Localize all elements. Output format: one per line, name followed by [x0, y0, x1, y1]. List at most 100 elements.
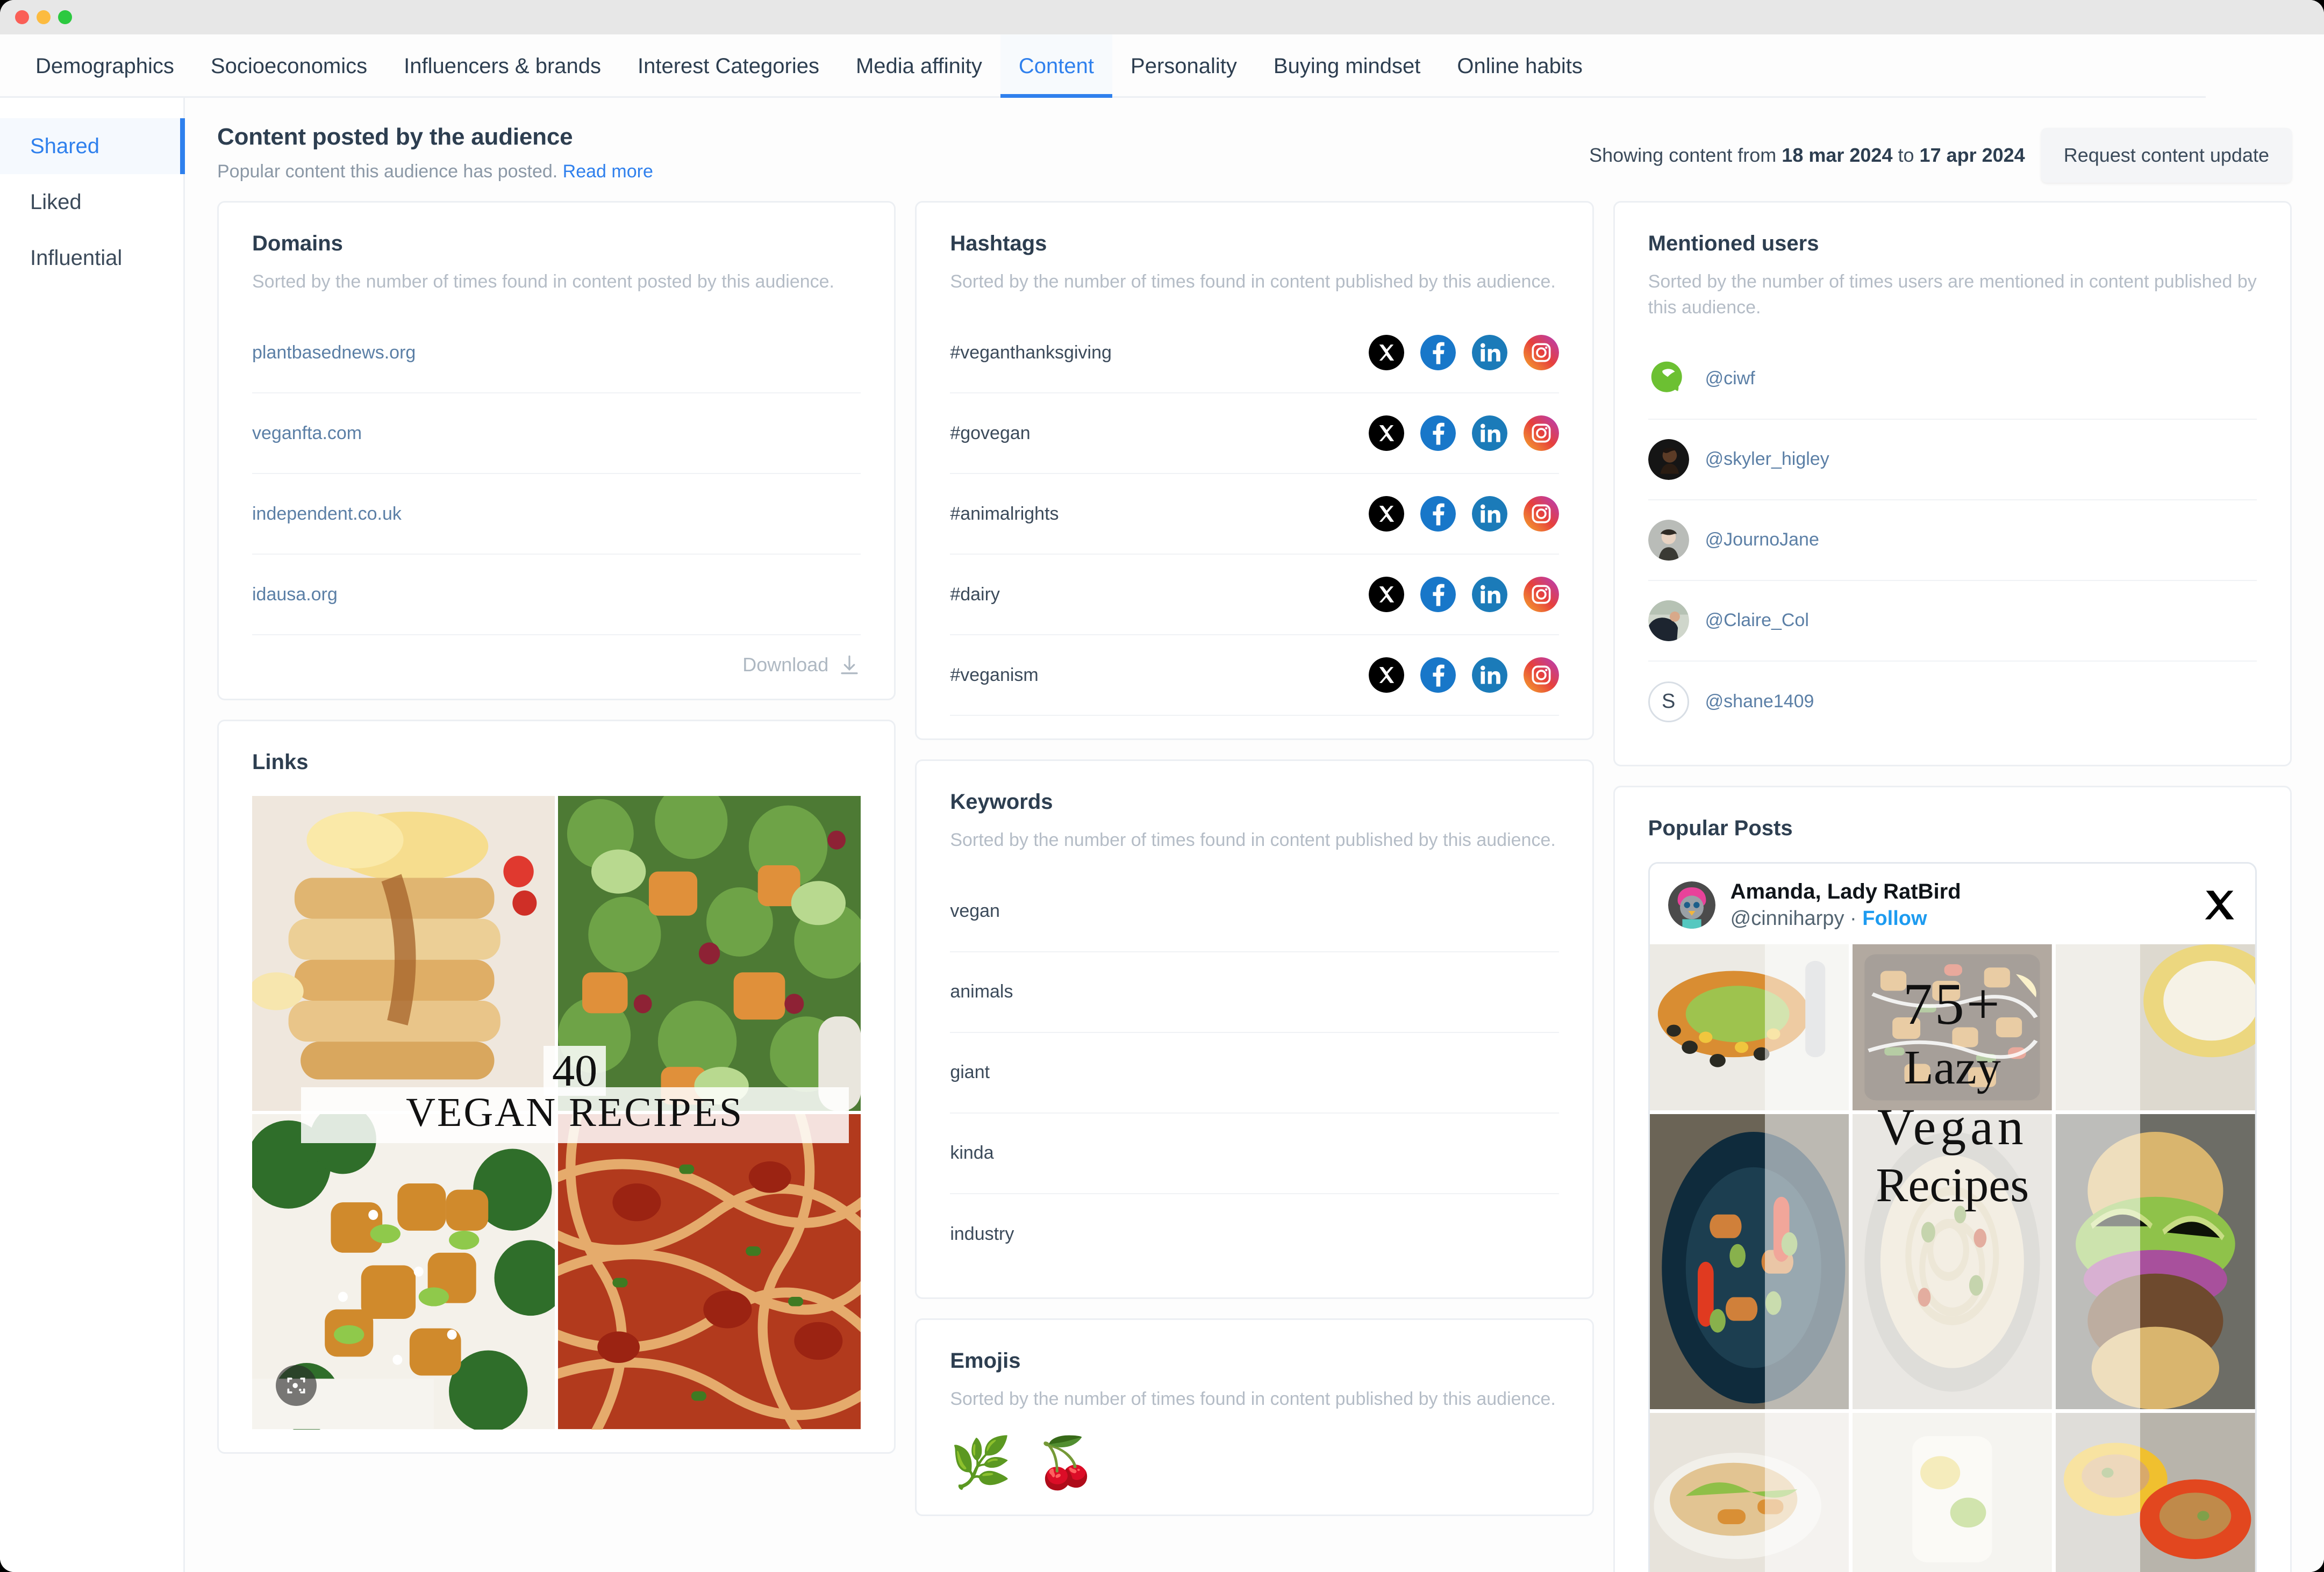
facebook-icon[interactable] — [1420, 657, 1456, 693]
request-content-update-button[interactable]: Request content update — [2041, 128, 2292, 183]
follow-button[interactable]: Follow — [1862, 907, 1927, 930]
card-title-links: Links — [252, 750, 309, 774]
x-icon[interactable] — [1368, 415, 1404, 451]
date-range-label: Showing content from 18 mar 2024 to 17 a… — [1589, 144, 2025, 167]
list-item[interactable]: @JournoJane — [1648, 500, 2257, 581]
card-title-keywords: Keywords — [950, 790, 1053, 814]
tab-demographics[interactable]: Demographics — [17, 34, 192, 98]
tab-socioeconomics[interactable]: Socioeconomics — [192, 34, 385, 98]
collage-tile-spaghetti — [558, 1114, 861, 1430]
content-area: Content posted by the audience Popular c… — [185, 98, 2324, 1572]
user-photo-image — [1648, 439, 1689, 480]
x-icon[interactable] — [2203, 888, 2237, 922]
tab-media-affinity[interactable]: Media affinity — [838, 34, 1000, 98]
tab-personality[interactable]: Personality — [1112, 34, 1255, 98]
card-title-popular-posts: Popular Posts — [1648, 816, 1793, 840]
linkedin-icon[interactable] — [1471, 415, 1507, 451]
tab-label: Online habits — [1457, 54, 1583, 78]
handle-text: @cinniharpy — [1730, 907, 1844, 930]
social-links — [1368, 577, 1559, 613]
sidebar-item-shared[interactable]: Shared — [0, 118, 185, 174]
sidebar-item-influential[interactable]: Influential — [0, 230, 183, 286]
tab-label: Demographics — [35, 54, 174, 78]
card-desc-hashtags: Sorted by the number of times found in c… — [950, 271, 1556, 292]
list-item: industry — [950, 1194, 1558, 1275]
list-item: animals — [950, 952, 1559, 1033]
close-window-button[interactable] — [15, 10, 29, 24]
facebook-icon[interactable] — [1420, 577, 1456, 613]
tab-interest-categories[interactable]: Interest Categories — [619, 34, 838, 98]
showing-prefix: Showing content from — [1589, 144, 1777, 166]
mentioned-user-handle[interactable]: @skyler_higley — [1705, 449, 1829, 470]
grid-column-2: Hashtags Sorted by the number of times f… — [915, 201, 1594, 1516]
table-row: #veganism — [950, 635, 1559, 716]
list-item[interactable]: idausa.org — [252, 555, 861, 636]
overlay-number: 40 — [301, 1046, 849, 1096]
sidebar-item-liked[interactable]: Liked — [0, 174, 183, 230]
tab-online-habits[interactable]: Online habits — [1439, 34, 1600, 98]
x-icon[interactable] — [1368, 577, 1404, 613]
avatar-initial: S — [1648, 681, 1689, 722]
page-body: Shared Liked Influential Content posted … — [0, 98, 2324, 1572]
table-row: #animalrights — [950, 474, 1559, 555]
social-links — [1368, 415, 1559, 451]
instagram-icon[interactable] — [1523, 577, 1559, 613]
domain-link[interactable]: plantbasednews.org — [252, 342, 416, 363]
list-item[interactable]: S @shane1409 — [1648, 662, 2257, 742]
facebook-icon[interactable] — [1420, 496, 1456, 532]
tab-label: Interest Categories — [638, 54, 819, 78]
linkedin-icon[interactable] — [1471, 577, 1507, 613]
instagram-icon[interactable] — [1523, 335, 1559, 371]
download-domains-button[interactable]: Download — [252, 654, 861, 676]
list-item[interactable]: @skyler_higley — [1648, 420, 2257, 500]
user-photo-image — [1648, 600, 1689, 641]
list-item[interactable]: independent.co.uk — [252, 474, 861, 555]
post-media[interactable]: 75+ Lazy Vegan Recipes — [1649, 944, 2255, 1572]
post-author-name: Amanda, Lady RatBird — [1730, 879, 1961, 903]
mentioned-users-list: @ciwf @skyler_higley @JournoJane @Claire… — [1648, 339, 2257, 742]
card-title-hashtags: Hashtags — [950, 232, 1047, 255]
domain-link[interactable]: veganfta.com — [252, 423, 362, 444]
x-icon[interactable] — [1368, 335, 1404, 371]
minimize-window-button[interactable] — [37, 10, 51, 24]
mentioned-user-handle[interactable]: @shane1409 — [1705, 691, 1814, 712]
domain-link[interactable]: idausa.org — [252, 584, 338, 605]
zoom-window-button[interactable] — [58, 10, 72, 24]
post-image-overlay-band — [1764, 944, 2140, 1572]
spaghetti-image — [558, 1114, 861, 1430]
tab-influencers-brands[interactable]: Influencers & brands — [385, 34, 619, 98]
facebook-icon[interactable] — [1420, 335, 1456, 371]
instagram-icon[interactable] — [1523, 496, 1559, 532]
list-item[interactable]: plantbasednews.org — [252, 313, 861, 394]
google-lens-icon[interactable] — [276, 1365, 317, 1406]
grid-column-1: Domains Sorted by the number of times fo… — [217, 201, 896, 1454]
list-item[interactable]: veganfta.com — [252, 393, 861, 475]
hashtag-label: #veganism — [950, 664, 1039, 685]
list-item[interactable]: @Claire_Col — [1648, 581, 2257, 662]
linkedin-icon[interactable] — [1471, 657, 1507, 693]
social-links — [1368, 496, 1559, 532]
table-row: #dairy — [950, 555, 1559, 636]
read-more-link[interactable]: Read more — [563, 161, 653, 182]
facebook-icon[interactable] — [1420, 415, 1456, 451]
separator: · — [1850, 907, 1857, 930]
linkedin-icon[interactable] — [1471, 335, 1507, 371]
lens-glyph — [287, 1377, 305, 1394]
list-item[interactable]: @ciwf — [1648, 339, 2257, 420]
tab-buying-mindset[interactable]: Buying mindset — [1255, 34, 1439, 98]
tab-content[interactable]: Content — [1000, 34, 1113, 98]
popular-post[interactable]: Amanda, Lady RatBird @cinniharpy · Follo… — [1648, 862, 2257, 1572]
linkedin-icon[interactable] — [1471, 496, 1507, 532]
links-collage-wrapper[interactable]: 40 VEGAN RECIPES — [252, 796, 861, 1430]
post-author-avatar-image — [1668, 881, 1715, 929]
social-links — [1368, 657, 1559, 693]
mentioned-user-handle[interactable]: @Claire_Col — [1705, 610, 1809, 631]
instagram-icon[interactable] — [1523, 657, 1559, 693]
domain-link[interactable]: independent.co.uk — [252, 504, 402, 525]
domains-list: plantbasednews.org veganfta.com independ… — [252, 313, 861, 636]
x-icon[interactable] — [1368, 496, 1404, 532]
x-icon[interactable] — [1368, 657, 1404, 693]
instagram-icon[interactable] — [1523, 415, 1559, 451]
mentioned-user-handle[interactable]: @JournoJane — [1705, 529, 1819, 550]
mentioned-user-handle[interactable]: @ciwf — [1705, 368, 1755, 389]
